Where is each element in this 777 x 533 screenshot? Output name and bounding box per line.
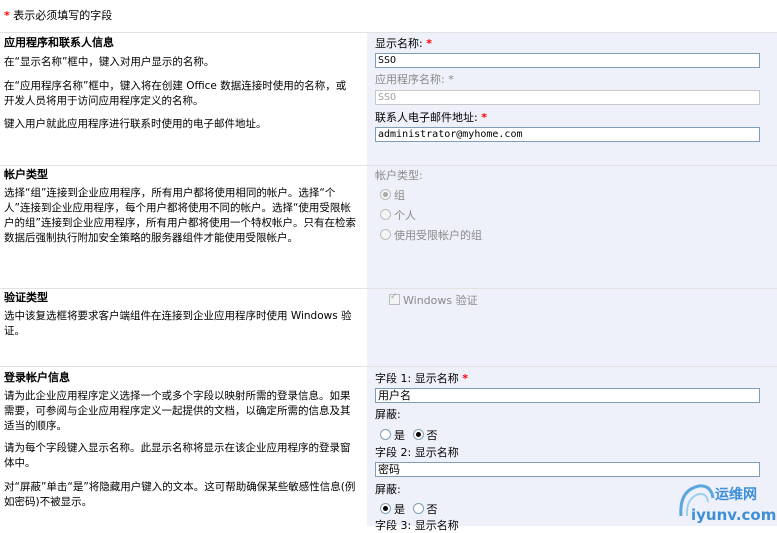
required-star: * (426, 37, 432, 50)
display-name-label-text: 显示名称: (375, 37, 423, 50)
radio-option-individual: 个人 (380, 207, 416, 223)
required-legend-text: 表示必须填写的字段 (13, 9, 113, 22)
site-watermark: 运维网 iyunv.com (675, 476, 777, 524)
account-type-label: 帐户类型: (375, 169, 423, 182)
display-name-input[interactable]: SSO (375, 53, 760, 68)
windows-auth-option: Windows 验证 (389, 292, 478, 308)
divider (0, 288, 777, 289)
account-type-desc: 选择“组”连接到企业应用程序，所有用户都将使用相同的帐户。选择“个人”连接到企业… (4, 187, 356, 244)
section-title-auth-type: 验证类型 (4, 291, 48, 304)
radio-option-restricted: 使用受限帐户的组 (380, 227, 482, 243)
logon-info-desc-1: 请为此企业应用程序定义选择一个或多个字段以映射所需的登录信息。如果需要，可参阅与… (4, 390, 351, 432)
field1-mask-no-radio[interactable] (412, 429, 424, 440)
field1-mask-label: 屏蔽: (375, 408, 401, 421)
app-info-desc-1: 在“显示名称”框中，键入对用户显示的名称。 (4, 56, 215, 68)
radio-option-group: 组 (380, 187, 405, 203)
required-star: * (481, 111, 487, 124)
field2-label: 字段 2: 显示名称 (375, 446, 459, 459)
app-info-desc-3: 键入用户就此应用程序进行联系时使用的电子邮件地址。 (4, 118, 267, 130)
watermark-cn: 运维网 (715, 487, 757, 503)
required-star: * (462, 372, 468, 385)
windows-auth-checkbox (389, 292, 400, 305)
app-info-desc-2: 在“应用程序名称”框中，键入将在创建 Office 数据连接时使用的名称，或开发… (4, 80, 347, 107)
app-name-label: 应用程序名称: * (375, 71, 454, 87)
field2-mask-yes-radio[interactable] (380, 503, 391, 514)
email-label: 联系人电子邮件地址: * (375, 109, 487, 125)
app-name-label-text: 应用程序名称: (375, 73, 445, 86)
field2-mask-no-radio[interactable] (412, 503, 424, 514)
app-name-input: SSO (375, 90, 760, 105)
logon-info-desc-2: 请为每个字段键入显示名称。此显示名称将显示在该企业应用程序的登录窗体中。 (4, 442, 351, 469)
section-title-account-type: 帐户类型 (4, 168, 48, 181)
mask-no-label: 否 (426, 429, 438, 442)
field1-input[interactable]: 用户名 (375, 388, 760, 403)
required-star: * (448, 73, 454, 86)
radio-restricted-label: 使用受限帐户的组 (394, 229, 482, 242)
field1-label: 字段 1: 显示名称 * (375, 370, 468, 386)
section-title-logon-info: 登录帐户信息 (4, 371, 70, 384)
watermark-url: iyunv.com (691, 506, 777, 524)
divider (0, 366, 777, 367)
auth-type-desc: 选中该复选框将要求客户端组件在连接到企业应用程序时使用 Windows 验证。 (4, 310, 352, 337)
radio-restricted (380, 229, 391, 240)
field2-mask-options: 是 否 (380, 501, 438, 517)
mask-yes-label: 是 (394, 503, 405, 516)
mask-yes-label: 是 (394, 429, 405, 442)
email-label-text: 联系人电子邮件地址: (375, 111, 478, 124)
required-star: * (4, 9, 10, 22)
field2-mask-label: 屏蔽: (375, 483, 401, 496)
field1-mask-yes-radio[interactable] (380, 429, 391, 440)
required-legend: * 表示必须填写的字段 (4, 7, 112, 23)
radio-group (380, 189, 391, 200)
radio-group-label: 组 (394, 189, 405, 202)
section-title-app-info: 应用程序和联系人信息 (4, 36, 114, 49)
field1-label-text: 字段 1: 显示名称 (375, 372, 459, 385)
logon-info-desc-3: 对“屏蔽”单击“是”将隐藏用户键入的文本。这可帮助确保某些敏感性信息(例如密码)… (4, 481, 356, 508)
field2-input[interactable]: 密码 (375, 462, 760, 477)
field3-label: 字段 3: 显示名称 (375, 519, 459, 532)
mask-no-label: 否 (426, 503, 438, 516)
windows-auth-label: Windows 验证 (403, 294, 478, 307)
display-name-label: 显示名称: * (375, 35, 432, 51)
radio-individual (380, 209, 391, 220)
email-input[interactable]: administrator@myhome.com (375, 127, 760, 142)
divider (0, 165, 777, 166)
divider (0, 32, 777, 33)
field1-mask-options: 是 否 (380, 427, 438, 443)
radio-individual-label: 个人 (394, 209, 416, 222)
